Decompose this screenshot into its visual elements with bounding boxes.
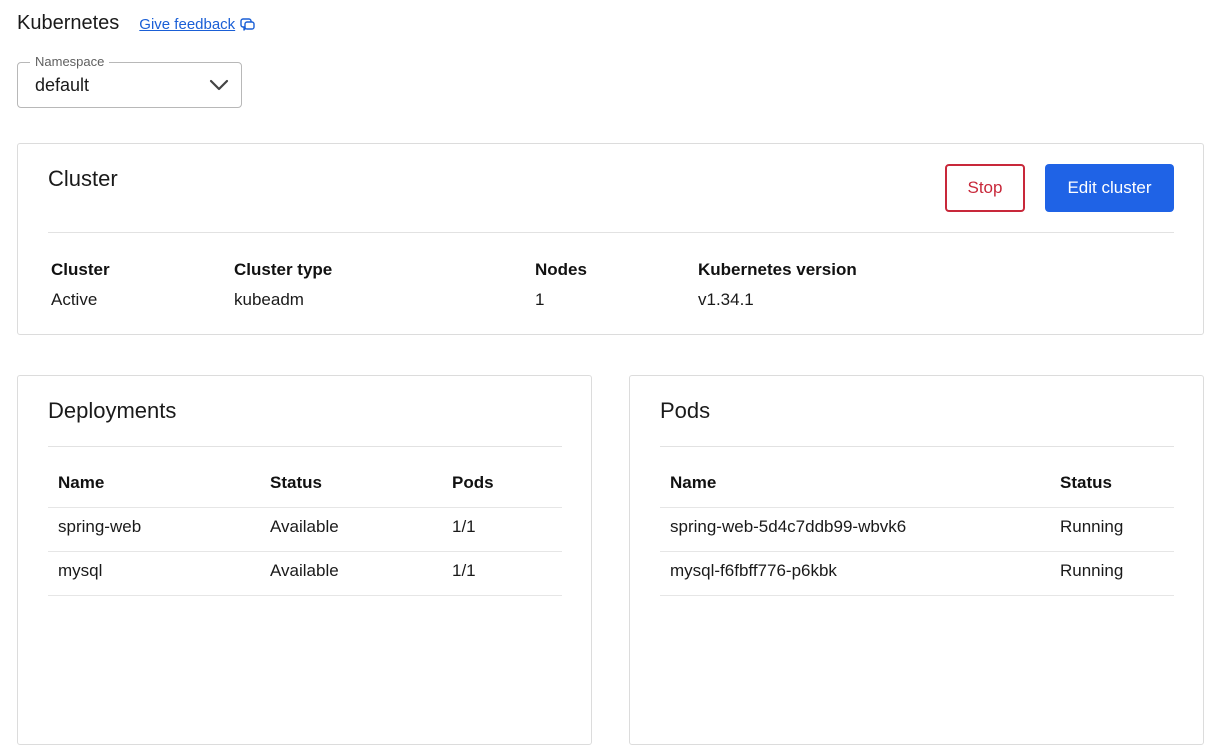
cluster-card: Cluster Stop Edit cluster Cluster Active…	[17, 143, 1204, 335]
deployments-table: Name Status Pods spring-web Available 1/…	[48, 464, 562, 596]
field-value: kubeadm	[234, 290, 304, 309]
pod-name: spring-web-5d4c7ddb99-wbvk6	[670, 517, 907, 536]
pod-name: mysql-f6fbff776-p6kbk	[670, 561, 837, 580]
deployment-status: Available	[270, 561, 339, 580]
namespace-select[interactable]: Namespace default	[17, 54, 242, 108]
table-header-row: Name Status Pods	[48, 464, 562, 508]
cluster-card-title: Cluster	[48, 166, 118, 191]
table-row[interactable]: spring-web-5d4c7ddb99-wbvk6 Running	[660, 508, 1174, 552]
field-label: Cluster type	[234, 260, 333, 279]
give-feedback-link[interactable]: Give feedback	[139, 16, 255, 33]
namespace-label: Namespace	[30, 54, 110, 70]
table-row[interactable]: mysql Available 1/1	[48, 552, 562, 596]
field-label: Nodes	[535, 260, 587, 279]
divider	[660, 446, 1174, 447]
give-feedback-label[interactable]: Give feedback	[139, 16, 235, 33]
column-header-pods: Pods	[452, 473, 494, 492]
nodes-field: Nodes 1	[535, 260, 587, 310]
page-title: Kubernetes	[17, 12, 120, 34]
table-row[interactable]: mysql-f6fbff776-p6kbk Running	[660, 552, 1174, 596]
field-value: Active	[51, 290, 98, 309]
chevron-down-icon[interactable]	[209, 77, 229, 98]
deployment-pods: 1/1	[452, 517, 476, 536]
deployment-name: spring-web	[58, 517, 142, 536]
pod-status: Running	[1060, 517, 1124, 536]
field-value: 1	[535, 290, 545, 309]
column-header-status: Status	[270, 473, 322, 492]
namespace-value[interactable]: default	[35, 75, 89, 96]
stop-button[interactable]: Stop	[945, 164, 1025, 212]
field-label: Kubernetes version	[698, 260, 857, 279]
deployments-card: Deployments Name Status Pods spring-web …	[17, 375, 592, 745]
deployment-name: mysql	[58, 561, 103, 580]
edit-cluster-button[interactable]: Edit cluster	[1045, 164, 1174, 212]
pods-card: Pods Name Status spring-web-5d4c7ddb99-w…	[629, 375, 1204, 745]
pods-table: Name Status spring-web-5d4c7ddb99-wbvk6 …	[660, 464, 1174, 596]
page-header: Kubernetes Give feedback	[17, 12, 255, 35]
chat-bubble-icon[interactable]	[240, 17, 255, 32]
cluster-status-field: Cluster Active	[51, 260, 110, 310]
kubernetes-version-field: Kubernetes version v1.34.1	[698, 260, 857, 310]
column-header-name: Name	[58, 473, 105, 492]
field-label: Cluster	[51, 260, 110, 279]
deployment-pods: 1/1	[452, 561, 476, 580]
divider	[48, 232, 1174, 233]
table-row[interactable]: spring-web Available 1/1	[48, 508, 562, 552]
cluster-type-field: Cluster type kubeadm	[234, 260, 332, 310]
table-header-row: Name Status	[660, 464, 1174, 508]
deployments-card-title: Deployments	[48, 398, 177, 423]
column-header-name: Name	[670, 473, 717, 492]
column-header-status: Status	[1060, 473, 1112, 492]
deployment-status: Available	[270, 517, 339, 536]
pod-status: Running	[1060, 561, 1124, 580]
divider	[48, 446, 562, 447]
pods-card-title: Pods	[660, 398, 711, 423]
field-value: v1.34.1	[698, 290, 754, 309]
